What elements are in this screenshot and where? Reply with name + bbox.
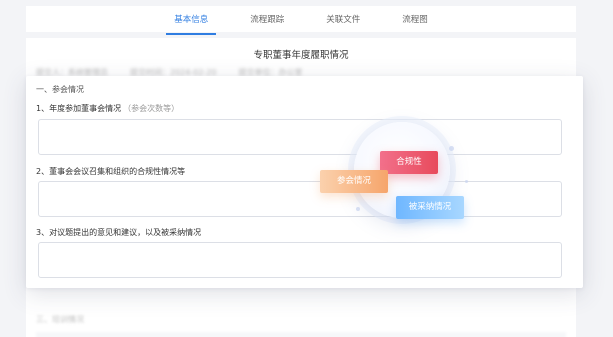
question-1-text: 1、年度参加董事会情况 — [36, 104, 122, 113]
tab-flowchart[interactable]: 流程图 — [400, 9, 430, 29]
question-2-label: 2、董事会会议召集和组织的合规性情况等 — [36, 167, 186, 176]
section-training-field — [36, 332, 566, 337]
section-training-title: 三、培训情况 — [36, 315, 84, 324]
question-1-label: 1、年度参加董事会情况 （参会次数等） — [36, 103, 179, 114]
question-3-input[interactable] — [38, 242, 562, 278]
attendance-card: 一、参会情况 1、年度参加董事会情况 （参会次数等） 2、董事会会议召集和组织的合… — [26, 76, 583, 288]
question-2-input[interactable] — [38, 181, 562, 217]
decor-dot — [465, 180, 468, 183]
section-attendance-title: 一、参会情况 — [36, 85, 84, 94]
question-3-label: 3、对议题提出的意见和建议，以及被采纳情况 — [36, 228, 202, 237]
question-1-input[interactable] — [38, 119, 562, 155]
form-title: 专职董事年度履职情况 — [253, 50, 349, 61]
question-1-hint: （参会次数等） — [123, 104, 180, 113]
tag-attendance: 参会情况 — [320, 170, 388, 193]
decor-dot — [356, 207, 360, 211]
tag-compliance: 合规性 — [380, 151, 438, 174]
tab-basic-info[interactable]: 基本信息 — [166, 9, 217, 35]
tag-adoption: 被采纳情况 — [396, 196, 464, 219]
tab-bar: 基本信息 流程跟踪 关联文件 流程图 — [26, 6, 576, 35]
decor-dot — [449, 146, 454, 151]
tab-related-files[interactable]: 关联文件 — [324, 9, 362, 29]
tab-process-tracking[interactable]: 流程跟踪 — [248, 9, 286, 29]
